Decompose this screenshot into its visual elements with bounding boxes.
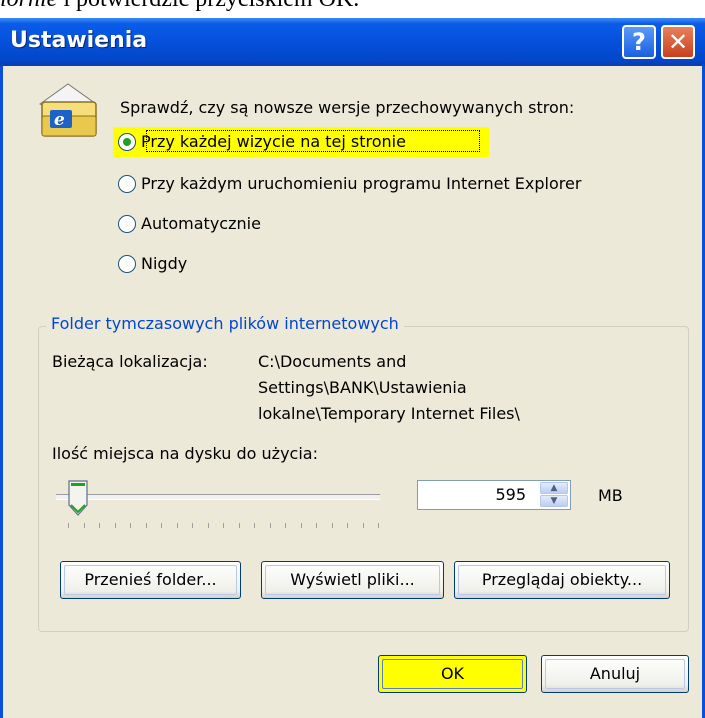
slider-tick: [238, 523, 240, 528]
disk-space-slider-track[interactable]: [56, 494, 380, 500]
slider-tick: [68, 523, 69, 528]
radio-label: Przy każdej wizycie na tej stronie: [141, 132, 406, 151]
button-focus-frame: [382, 659, 523, 689]
location-line-1: C:\Documents and: [258, 352, 407, 371]
internet-explorer-folder-icon: e: [39, 83, 97, 137]
slider-tick: [83, 523, 85, 528]
slider-tick: [254, 523, 255, 528]
disk-space-spinner[interactable]: 595 ▲ ▼: [417, 480, 571, 510]
slider-tick: [176, 523, 178, 528]
button-focus-frame: [545, 659, 685, 689]
spin-up-arrow-icon[interactable]: ▲: [540, 482, 568, 494]
slider-tick: [378, 523, 379, 528]
slider-tick: [362, 523, 364, 528]
location-line-2: Settings\BANK\Ustawienia: [258, 378, 467, 397]
close-button[interactable]: ✕: [661, 25, 695, 59]
window-title: Ustawienia: [10, 28, 148, 53]
groupbox-title: Folder tymczasowych plików internetowych: [46, 314, 404, 333]
radio-label: Przy każdym uruchomieniu programu Intern…: [141, 174, 582, 193]
view-files-button[interactable]: Wyświetl pliki...: [261, 561, 444, 599]
location-line-3: lokalne\Temporary Internet Files\: [258, 404, 520, 423]
button-focus-frame: [64, 565, 237, 595]
radio-button[interactable]: [118, 255, 136, 273]
svg-text:e: e: [54, 110, 65, 130]
slider-tick: [331, 523, 333, 528]
title-bar[interactable]: Ustawienia ? ✕: [0, 18, 705, 66]
caption-italic: iornie: [0, 0, 57, 12]
radio-label: Nigdy: [141, 254, 188, 273]
slider-tick: [269, 523, 271, 528]
slider-tick: [99, 523, 100, 528]
cancel-button[interactable]: Anuluj: [541, 655, 689, 693]
slider-tick: [145, 523, 147, 528]
move-folder-button[interactable]: Przenieś folder...: [60, 561, 241, 599]
slider-tick: [316, 523, 317, 528]
slider-tick: [161, 523, 162, 528]
slider-tick: [223, 523, 224, 528]
help-button[interactable]: ?: [622, 25, 656, 59]
slider-tick: [300, 523, 302, 528]
caption-text: i potwierdzić przyciskiem OK.: [57, 0, 359, 12]
spin-down-arrow-icon[interactable]: ▼: [540, 495, 568, 507]
slider-tick: [130, 523, 131, 528]
instruction-caption: iornie i potwierdzić przyciskiem OK.: [0, 0, 705, 16]
radio-button[interactable]: [118, 215, 136, 233]
radio-button-checked[interactable]: [118, 133, 136, 151]
unit-label: MB: [598, 486, 623, 505]
disk-space-slider-thumb[interactable]: [67, 480, 89, 516]
radio-button[interactable]: [118, 175, 136, 193]
radio-label: Automatycznie: [141, 214, 261, 233]
slider-tick: [207, 523, 209, 528]
button-focus-frame: [265, 565, 440, 595]
slider-tick: [347, 523, 348, 528]
slider-tick: [285, 523, 286, 528]
button-focus-frame: [458, 565, 666, 595]
view-objects-button[interactable]: Przeglądaj obiekty...: [454, 561, 670, 599]
location-label: Bieżąca lokalizacja:: [52, 352, 208, 371]
slider-tick: [192, 523, 193, 528]
ok-button[interactable]: OK: [378, 655, 527, 693]
slider-tick: [114, 523, 116, 528]
disk-space-value[interactable]: 595: [495, 485, 526, 504]
disk-space-label: Ilość miejsca na dysku do użycia:: [52, 444, 318, 463]
check-newer-prompt: Sprawdź, czy są nowsze wersje przechowyw…: [120, 98, 575, 117]
